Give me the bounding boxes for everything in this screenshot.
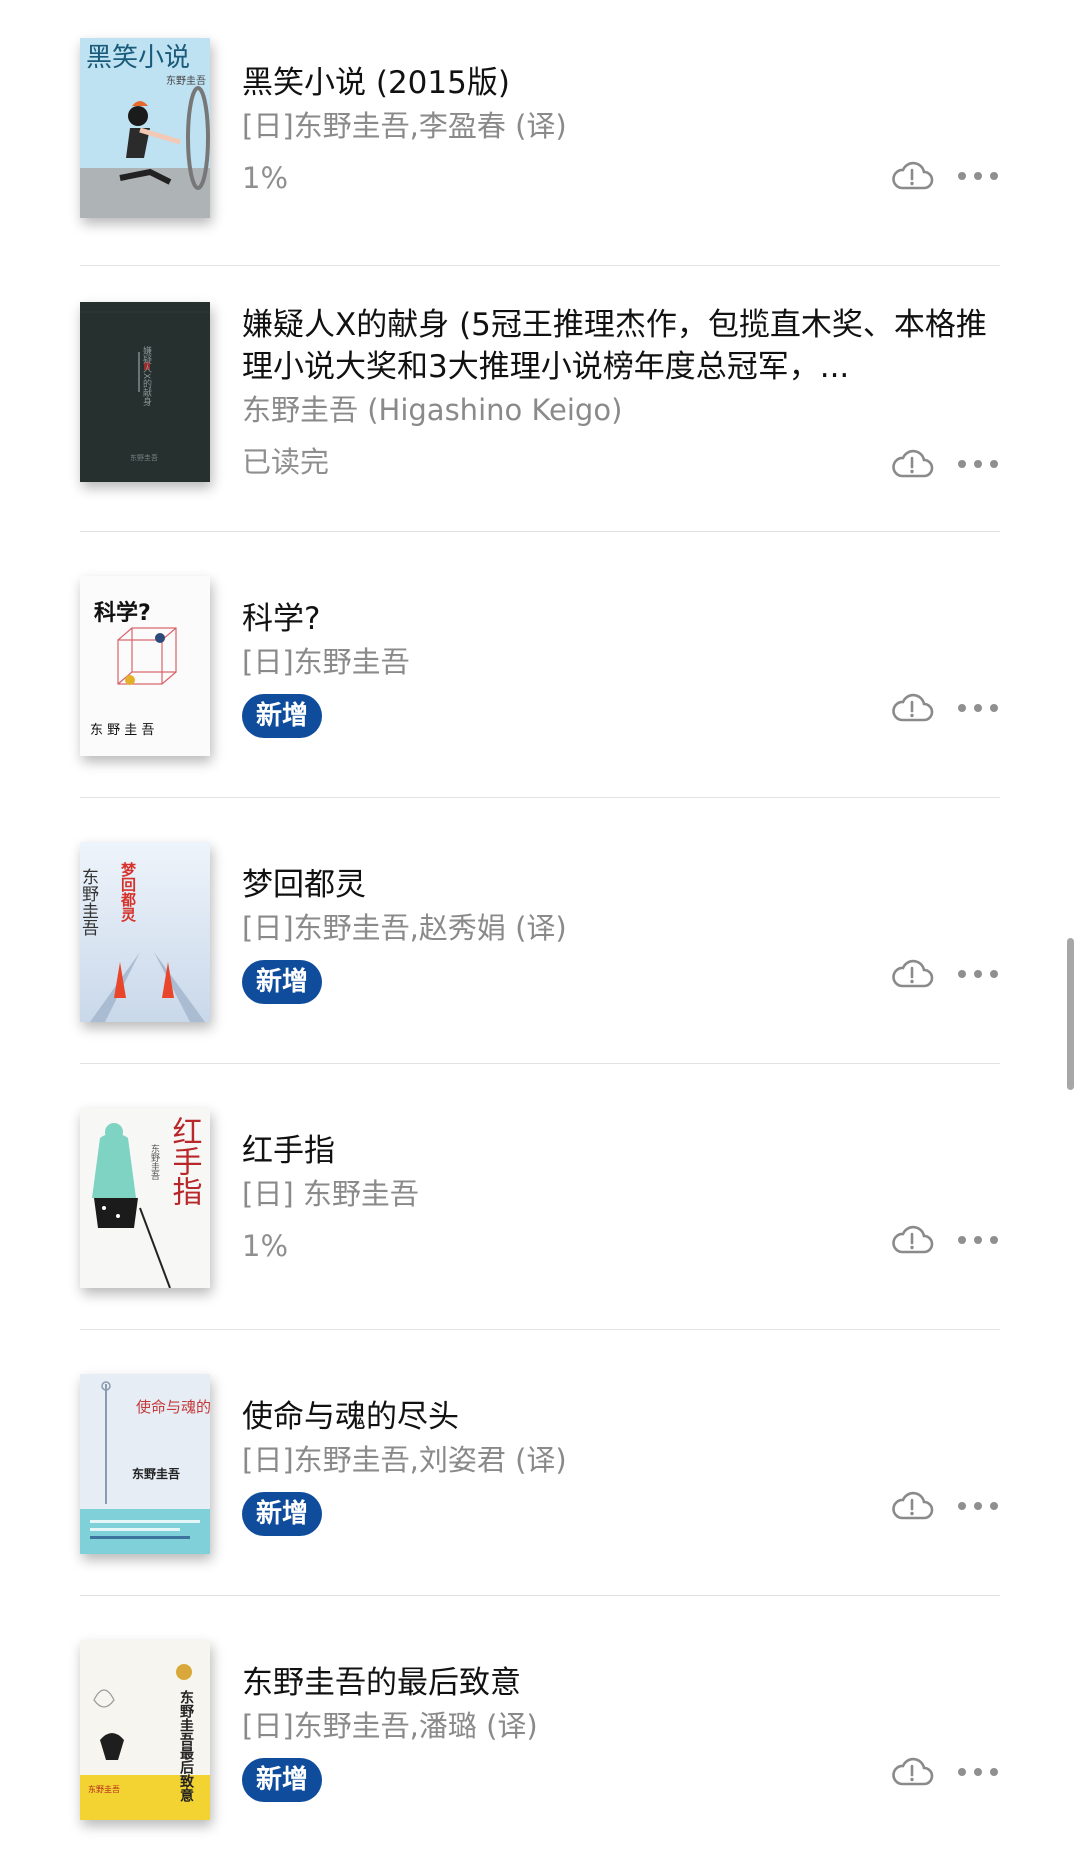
book-title: 黑笑小说 (2015版) <box>242 65 510 101</box>
book-title: 嫌疑人X的献身 (5冠王推理杰作，包揽直木奖、本格推理小说大奖和3大推理小说榜年… <box>242 307 987 385</box>
more-options-icon[interactable] <box>956 698 1000 718</box>
cover-title: 红手指 <box>167 1116 203 1206</box>
book-title: 科学? <box>242 601 321 637</box>
cover-author: 东野圭吾 <box>149 1143 160 1181</box>
cover-art: 嫌疑人X的献身 东野圭吾 <box>80 302 210 482</box>
book-info: 使命与魂的尽头 [日]东野圭吾,刘姿君 (译) 新增 <box>242 1396 1000 1536</box>
row-actions <box>890 444 1000 484</box>
book-author: [日]东野圭吾,李盈春 (译) <box>242 109 567 143</box>
book-author: [日]东野圭吾,赵秀娟 (译) <box>242 911 567 945</box>
book-cover[interactable]: 东野圭吾 梦回都灵 <box>80 842 210 1022</box>
book-row[interactable]: 东野圭吾 梦回都灵 梦回都灵 [日]东野圭吾,赵秀娟 (译) 新增 <box>80 798 1000 1064</box>
more-options-icon[interactable] <box>956 454 1000 474</box>
row-actions <box>890 954 1000 994</box>
book-title: 梦回都灵 <box>242 867 366 903</box>
book-row[interactable]: 嫌疑人X的献身 东野圭吾 嫌疑人X的献身 (5冠王推理杰作，包揽直木奖、本格推理… <box>80 266 1000 532</box>
book-status: 新增 <box>242 1756 1000 1802</box>
row-actions <box>890 1220 1000 1260</box>
reading-progress: 已读完 <box>242 445 330 479</box>
cloud-download-icon[interactable] <box>890 1220 934 1260</box>
scroll-indicator[interactable] <box>1067 938 1074 1090</box>
book-info: 东野圭吾的最后致意 [日]东野圭吾,潘璐 (译) 新增 <box>242 1662 1000 1802</box>
book-cover[interactable]: 东野圭吾 红手指 <box>80 1108 210 1288</box>
cover-author: 东野圭吾 <box>80 868 99 936</box>
cover-author: 东野圭吾 <box>130 453 158 462</box>
cloud-download-icon[interactable] <box>890 1752 934 1792</box>
cover-title: 科学? <box>94 600 151 626</box>
book-author: 东野圭吾 (Higashino Keigo) <box>242 393 623 427</box>
more-options-icon[interactable] <box>956 166 1000 186</box>
more-options-icon[interactable] <box>956 1762 1000 1782</box>
new-badge: 新增 <box>242 694 323 738</box>
new-badge: 新增 <box>242 1492 323 1536</box>
book-row[interactable]: 东野圭吾最后致意 东野圭吾 东野圭吾的最后致意 [日]东野圭吾,潘璐 (译) 新… <box>80 1596 1000 1862</box>
book-row[interactable]: 使命与魂的尽头 东野圭吾 使命与魂的尽头 [日]东野圭吾,刘姿君 (译) 新增 <box>80 1330 1000 1596</box>
book-status: 新增 <box>242 692 1000 738</box>
cover-title: 黑笑小说 <box>86 43 190 73</box>
book-info: 红手指 [日] 东野圭吾 1% <box>242 1130 1000 1268</box>
book-author: [日]东野圭吾,刘姿君 (译) <box>242 1443 567 1477</box>
cover-art: 黑笑小说 东野圭吾 <box>80 38 210 218</box>
row-actions <box>890 688 1000 728</box>
cover-author: 东 野 圭 吾 <box>90 723 154 738</box>
book-cover[interactable]: 黑笑小说 东野圭吾 <box>80 38 210 218</box>
book-author: [日]东野圭吾,潘璐 (译) <box>242 1709 538 1743</box>
book-row[interactable]: 科学? 东 野 圭 吾 科学? [日]东野圭吾 新增 <box>80 532 1000 798</box>
book-info: 科学? [日]东野圭吾 新增 <box>242 598 1000 738</box>
cover-author: 东野圭吾 <box>88 1784 120 1794</box>
book-cover[interactable]: 使命与魂的尽头 东野圭吾 <box>80 1374 210 1554</box>
cloud-download-icon[interactable] <box>890 156 934 196</box>
row-actions <box>890 1752 1000 1792</box>
book-cover[interactable]: 科学? 东 野 圭 吾 <box>80 576 210 756</box>
cover-art: 使命与魂的尽头 东野圭吾 <box>80 1374 210 1554</box>
cover-title: 梦回都灵 <box>119 861 137 923</box>
row-actions <box>890 1486 1000 1526</box>
cloud-download-icon[interactable] <box>890 688 934 728</box>
book-title: 东野圭吾的最后致意 <box>242 1665 521 1701</box>
cover-title: 使命与魂的尽头 <box>136 1398 210 1416</box>
book-cover[interactable]: 嫌疑人X的献身 东野圭吾 <box>80 302 210 482</box>
cover-art: 科学? 东 野 圭 吾 <box>80 576 210 756</box>
book-status: 新增 <box>242 958 1000 1004</box>
cover-art: 东野圭吾 红手指 <box>80 1108 210 1288</box>
row-actions <box>890 156 1000 196</box>
cover-art: 东野圭吾 梦回都灵 <box>80 842 210 1022</box>
book-info: 梦回都灵 [日]东野圭吾,赵秀娟 (译) 新增 <box>242 864 1000 1004</box>
cover-author: 东野圭吾 <box>166 74 206 87</box>
book-cover[interactable]: 东野圭吾最后致意 东野圭吾 <box>80 1640 210 1820</box>
cloud-download-icon[interactable] <box>890 1486 934 1526</box>
cover-art: 东野圭吾最后致意 东野圭吾 <box>80 1640 210 1820</box>
new-badge: 新增 <box>242 1758 323 1802</box>
cloud-download-icon[interactable] <box>890 444 934 484</box>
book-status: 新增 <box>242 1490 1000 1536</box>
new-badge: 新增 <box>242 960 323 1004</box>
cover-author: 东野圭吾 <box>132 1466 180 1481</box>
more-options-icon[interactable] <box>956 1230 1000 1250</box>
more-options-icon[interactable] <box>956 1496 1000 1516</box>
reading-progress: 1% <box>242 1229 289 1263</box>
book-info: 黑笑小说 (2015版) [日]东野圭吾,李盈春 (译) 1% <box>242 62 1000 200</box>
book-author: [日] 东野圭吾 <box>242 1177 419 1211</box>
book-title: 红手指 <box>242 1133 335 1169</box>
book-title: 使命与魂的尽头 <box>242 1399 459 1435</box>
reading-progress: 1% <box>242 161 289 195</box>
cloud-download-icon[interactable] <box>890 954 934 994</box>
book-author: [日]东野圭吾 <box>242 645 410 679</box>
book-row[interactable]: 东野圭吾 红手指 红手指 [日] 东野圭吾 1% <box>80 1064 1000 1330</box>
book-info: 嫌疑人X的献身 (5冠王推理杰作，包揽直木奖、本格推理小说大奖和3大推理小说榜年… <box>242 304 1000 484</box>
cover-title: 东野圭吾最后致意 <box>178 1689 194 1803</box>
book-list: 黑笑小说 东野圭吾 黑笑小说 (2015版) [日]东野圭吾,李盈春 (译) 1… <box>80 0 1000 1862</box>
more-options-icon[interactable] <box>956 964 1000 984</box>
cover-title: 嫌疑人X的献身 <box>141 345 152 407</box>
book-row[interactable]: 黑笑小说 东野圭吾 黑笑小说 (2015版) [日]东野圭吾,李盈春 (译) 1… <box>80 0 1000 266</box>
